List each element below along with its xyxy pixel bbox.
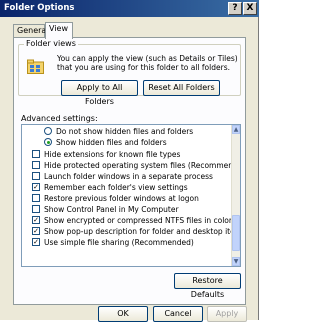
folder-views-group: Folder views You can apply the view (suc…	[18, 39, 241, 106]
checkbox[interactable]	[32, 194, 40, 202]
list-item-label: Hide protected operating system files (R…	[44, 161, 241, 170]
list-item-label: Launch folder windows in a separate proc…	[44, 172, 213, 181]
advanced-settings-label: Advanced settings:	[21, 114, 98, 123]
list-item-label: Show pop-up description for folder and d…	[44, 227, 241, 236]
checkbox[interactable]	[32, 205, 40, 213]
view-tab-panel: Folder views You can apply the view (suc…	[13, 37, 246, 305]
folder-views-description: You can apply the view (such as Details …	[57, 54, 238, 72]
tab-view[interactable]: View	[45, 22, 73, 39]
folder-view-icon	[27, 59, 44, 74]
help-button[interactable]: ?	[228, 2, 242, 15]
radio-button[interactable]	[44, 127, 52, 135]
scroll-thumb[interactable]	[232, 215, 240, 251]
vertical-scrollbar[interactable]: ▲ ▼	[231, 125, 240, 266]
title-bar[interactable]: Folder Options ? X	[0, 0, 259, 17]
apply-to-all-folders-button[interactable]: Apply to All Folders	[61, 80, 138, 106]
list-item-label: Show hidden files and folders	[56, 138, 167, 147]
checkbox[interactable]: ✓	[32, 183, 40, 191]
checkbox[interactable]: ✓	[32, 216, 40, 224]
radio-button[interactable]	[44, 138, 52, 146]
folder-options-dialog: Folder Options ? X General View Folder v…	[0, 0, 259, 322]
list-item-label: Hide extensions for known file types	[44, 150, 181, 159]
checkbox[interactable]: ✓	[32, 227, 40, 235]
list-item-label: Use simple file sharing (Recommended)	[44, 238, 194, 247]
advanced-settings-list[interactable]: Do not show hidden files and folders Sho…	[21, 124, 241, 267]
checkbox[interactable]: ✓	[32, 238, 40, 246]
list-item-label: Restore previous folder windows at logon	[44, 194, 199, 203]
list-item-label: Remember each folder's view settings	[44, 183, 188, 192]
list-item-label: Show Control Panel in My Computer	[44, 205, 179, 214]
restore-defaults-button[interactable]: Restore Defaults	[174, 273, 241, 299]
list-item-label: Show encrypted or compressed NTFS files …	[44, 216, 232, 225]
scroll-down-arrow-icon[interactable]: ▼	[232, 257, 240, 266]
checkbox[interactable]	[32, 172, 40, 180]
tab-general[interactable]: General	[13, 24, 49, 38]
close-button[interactable]: X	[243, 2, 257, 15]
reset-all-folders-button[interactable]: Reset All Folders	[143, 80, 220, 96]
checkbox[interactable]	[32, 150, 40, 158]
checkbox[interactable]	[32, 161, 40, 169]
folder-views-legend: Folder views	[24, 39, 78, 48]
scroll-up-arrow-icon[interactable]: ▲	[232, 125, 240, 134]
list-item-label: Do not show hidden files and folders	[56, 127, 194, 136]
window-title: Folder Options	[4, 3, 75, 13]
